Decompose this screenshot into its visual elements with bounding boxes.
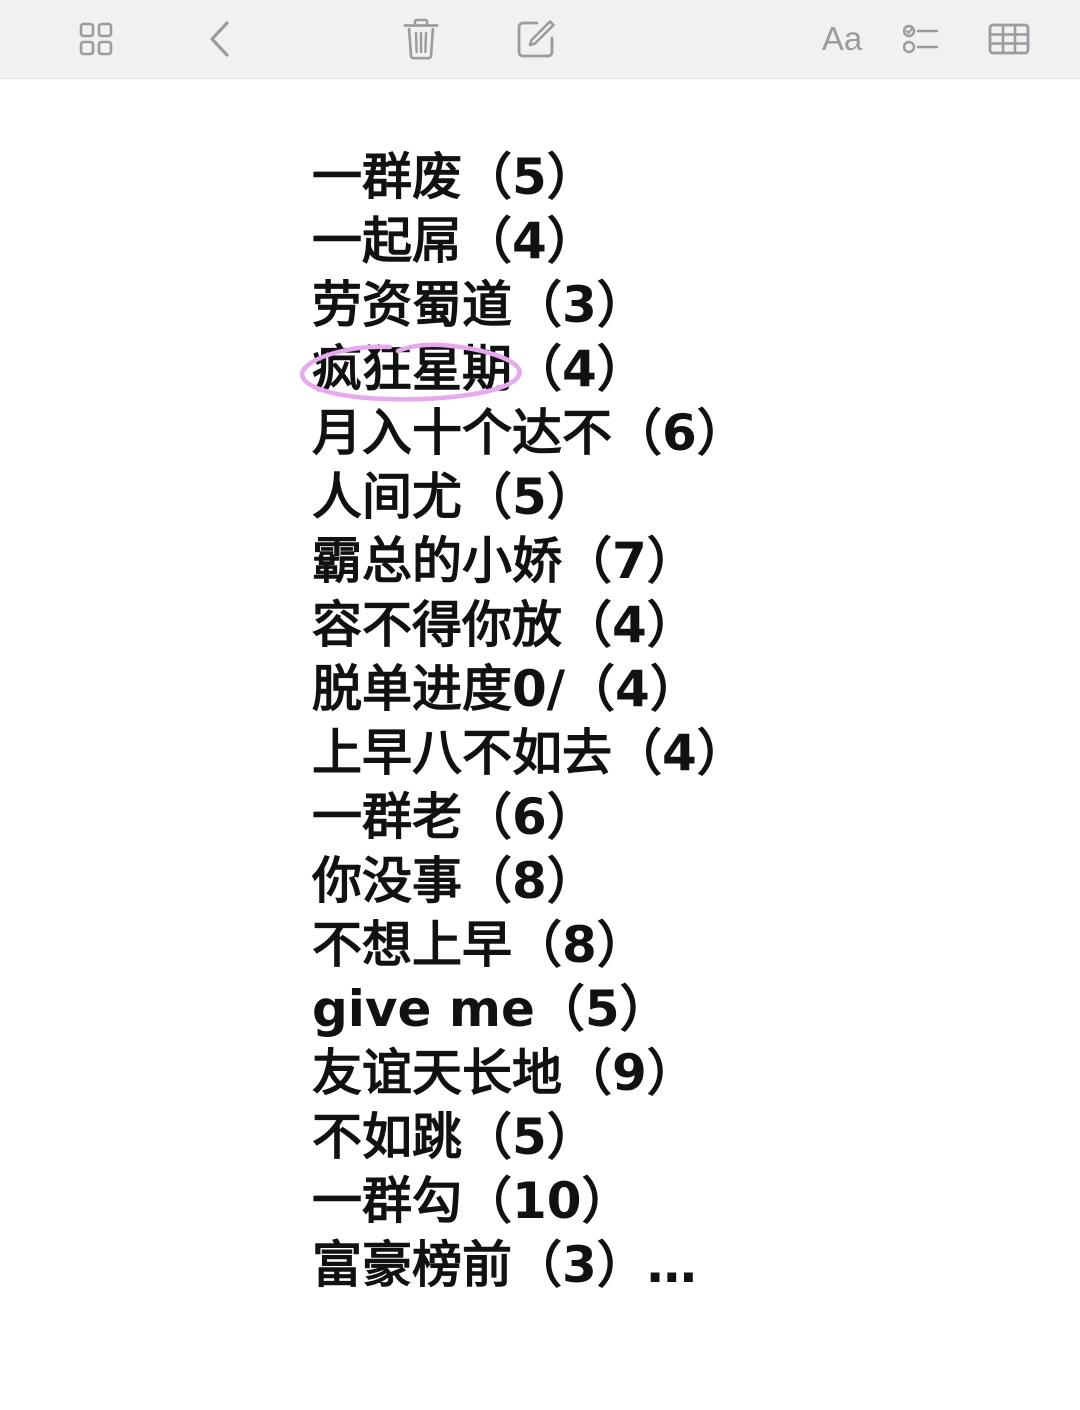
- note-line: 一群废（5）: [312, 148, 597, 206]
- note-line: 月入十个达不（6）: [312, 404, 747, 462]
- note-line: 你没事（8）: [312, 852, 597, 910]
- note-line-count: （4）: [512, 340, 647, 398]
- note-body[interactable]: 一群废（5） 一起屌（4） 劳资蜀道（3） 疯狂星期（4） 月入十个达不（6） …: [300, 145, 747, 1297]
- table-button[interactable]: [979, 9, 1039, 69]
- note-line: 霸总的小娇（7）: [312, 532, 697, 590]
- grid-2x2-icon: [79, 22, 113, 56]
- text-format-icon: Aa: [821, 20, 863, 57]
- compose-button[interactable]: [506, 9, 566, 69]
- note-line: 不如跳（5）: [312, 1108, 597, 1166]
- delete-button[interactable]: [391, 9, 451, 69]
- note-line: 容不得你放（4）: [312, 596, 697, 654]
- note-line: 友谊天长地（9）: [312, 1044, 697, 1102]
- compose-icon: [517, 20, 555, 58]
- format-button[interactable]: Aa: [812, 9, 872, 69]
- table-icon: [988, 23, 1030, 55]
- note-line: 人间尤（5）: [312, 468, 597, 526]
- back-button[interactable]: [190, 9, 250, 69]
- chevron-left-icon: [210, 21, 229, 57]
- circled-word-text: 疯狂星期: [312, 340, 512, 398]
- gallery-view-button[interactable]: [66, 9, 126, 69]
- toolbar: Aa: [0, 0, 1080, 79]
- circled-word: 疯狂星期: [300, 337, 522, 402]
- note-line: 一起屌（4）: [312, 212, 597, 270]
- note-line: 一群勾（10）: [312, 1172, 632, 1230]
- note-line: 上早八不如去（4）: [312, 724, 747, 782]
- trash-icon: [403, 18, 439, 60]
- note-line: 富豪榜前（3）…: [312, 1236, 697, 1294]
- checklist-button[interactable]: [891, 9, 951, 69]
- note-line-circled: 疯狂星期（4）: [300, 337, 747, 402]
- checklist-icon: [903, 24, 939, 54]
- note-line: 劳资蜀道（3）: [312, 276, 647, 334]
- note-line: 一群老（6）: [312, 788, 597, 846]
- note-line: 脱单进度0/（4）: [312, 660, 700, 718]
- note-line: 不想上早（8）: [312, 916, 647, 974]
- note-line: give me（5）: [312, 980, 670, 1038]
